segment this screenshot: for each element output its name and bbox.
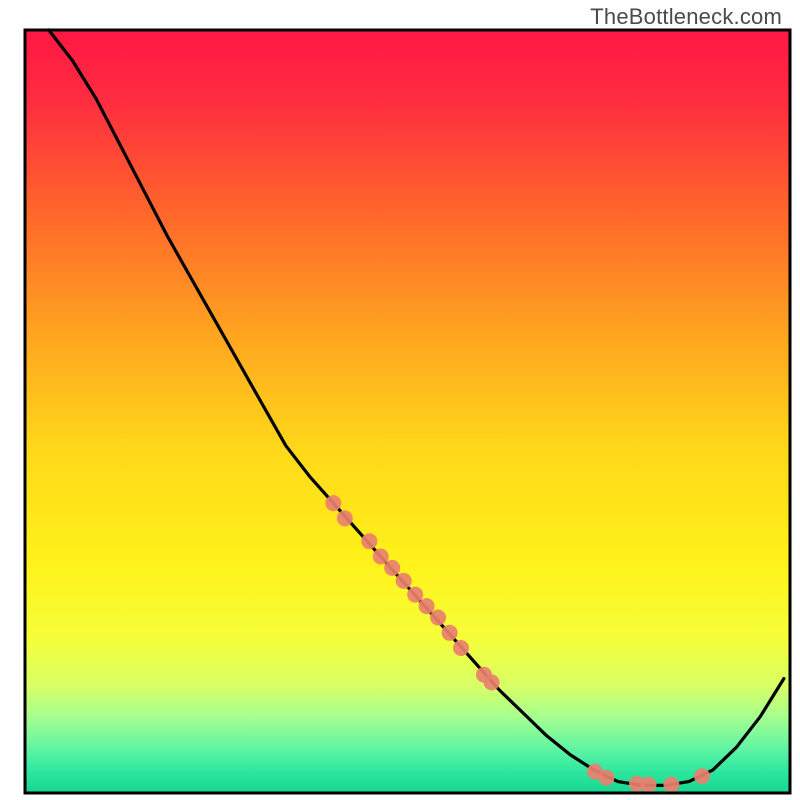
data-point (641, 777, 657, 793)
data-point (325, 495, 341, 511)
data-point (430, 610, 446, 626)
data-point (419, 598, 435, 614)
data-point (373, 549, 389, 565)
data-point (453, 640, 469, 656)
data-point (384, 560, 400, 576)
data-point (361, 533, 377, 549)
data-point (407, 587, 423, 603)
data-point (663, 777, 679, 793)
plot-background (25, 30, 790, 793)
data-point (442, 625, 458, 641)
data-point (694, 768, 710, 784)
chart-container: TheBottleneck.com (0, 0, 800, 800)
data-point (337, 510, 353, 526)
chart-svg (0, 0, 800, 800)
data-point (598, 770, 614, 786)
data-point (484, 674, 500, 690)
data-point (396, 573, 412, 589)
